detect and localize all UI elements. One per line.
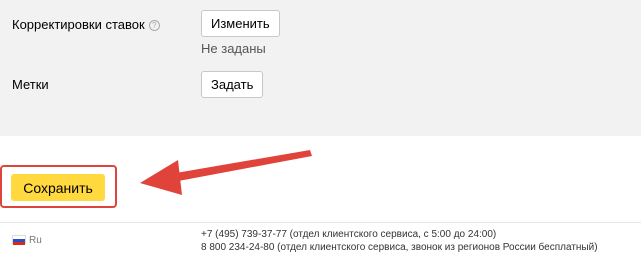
language-label: Ru xyxy=(29,235,42,246)
save-button[interactable]: Сохранить xyxy=(11,174,105,201)
language-switch[interactable]: Ru xyxy=(12,235,42,246)
pointer-arrow-icon xyxy=(140,150,312,195)
bid-adjustments-status: Не заданы xyxy=(201,41,266,56)
russia-flag-icon xyxy=(12,235,26,245)
support-phone-moscow: +7 (495) 739-37-77 (отдел клиентского се… xyxy=(201,229,497,240)
tags-label: Метки xyxy=(12,77,49,92)
footer-divider xyxy=(0,222,641,223)
bid-adjustments-row: Корректировки ставок? xyxy=(12,17,160,32)
bid-adjustments-label: Корректировки ставок xyxy=(12,17,145,32)
edit-bid-adjustments-button[interactable]: Изменить xyxy=(201,10,280,37)
help-icon[interactable]: ? xyxy=(148,20,160,31)
support-phone-free: 8 800 234-24-80 (отдел клиентского серви… xyxy=(201,242,598,253)
campaign-settings-panel: Корректировки ставок? Изменить Не заданы… xyxy=(0,0,641,136)
set-tags-button[interactable]: Задать xyxy=(201,71,264,98)
